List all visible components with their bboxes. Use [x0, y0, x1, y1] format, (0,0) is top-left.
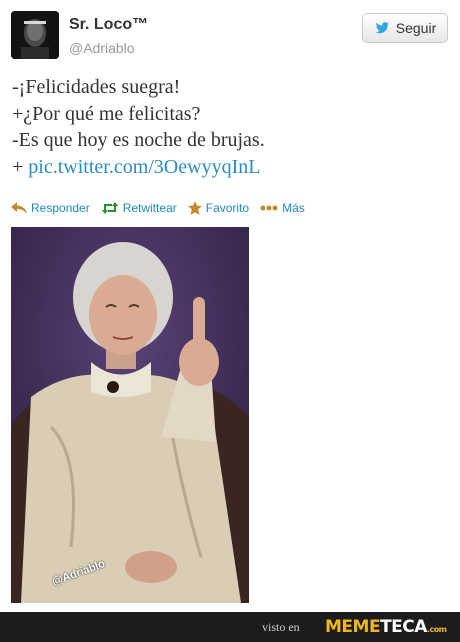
tweet-photo[interactable]: @Adriablo — [11, 227, 249, 603]
tweet-line-4: + pic.twitter.com/3OewyyqInL — [12, 154, 452, 181]
follow-label: Seguir — [395, 20, 437, 36]
more-label: Más — [282, 201, 305, 215]
reply-icon — [11, 202, 27, 214]
retweet-icon — [101, 202, 118, 214]
memeteca-logo[interactable]: MEMETECA.com — [325, 617, 447, 637]
tweet-line-3: -Es que hoy es noche de brujas. — [12, 129, 265, 151]
favorite-label: Favorito — [205, 201, 250, 215]
logo-part-teca: TECA — [380, 617, 427, 637]
pic-link[interactable]: pic.twitter.com/3OewyyqInL — [28, 156, 260, 178]
logo-suffix: .com — [426, 625, 447, 634]
tweet-actions: Responder Retwittear Favorito Más — [11, 199, 316, 217]
twitter-bird-icon — [375, 22, 389, 34]
avatar[interactable] — [11, 11, 59, 59]
tweet-text: -¡Felicidades suegra! +¿Por qué me felic… — [12, 74, 452, 180]
display-name[interactable]: Sr. Loco™ — [69, 16, 148, 34]
favorite-button[interactable]: Favorito — [187, 201, 250, 215]
reply-label: Responder — [31, 201, 90, 215]
tweet-line-1: -¡Felicidades suegra! — [12, 76, 181, 98]
more-button[interactable]: Más — [260, 201, 305, 215]
follow-button[interactable]: Seguir — [362, 13, 448, 43]
retweet-label: Retwittear — [122, 201, 177, 215]
star-icon — [187, 201, 202, 215]
seen-on-text: visto en — [262, 620, 300, 634]
reply-button[interactable]: Responder — [11, 201, 90, 215]
footer-bar: visto en MEMETECA.com — [0, 612, 460, 642]
tweet-line-2: +¿Por qué me felicitas? — [12, 102, 201, 125]
more-dots-icon — [260, 205, 278, 211]
logo-part-meme: MEME — [325, 617, 381, 637]
retweet-button[interactable]: Retwittear — [101, 201, 177, 215]
screen-name[interactable]: @Adriablo — [69, 40, 135, 56]
tweet-header: Sr. Loco™ @Adriablo Seguir — [0, 0, 460, 70]
link-prefix: + — [12, 155, 29, 178]
